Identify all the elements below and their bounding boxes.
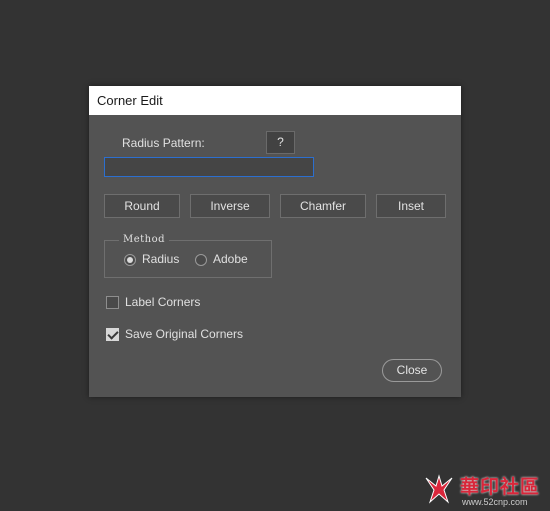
radius-radio[interactable]: [124, 254, 136, 266]
adobe-radio-label[interactable]: Adobe: [213, 252, 248, 266]
method-legend: Method: [119, 234, 170, 245]
dialog-title: Corner Edit: [97, 93, 163, 108]
label-corners-label[interactable]: Label Corners: [125, 295, 200, 309]
radius-pattern-input[interactable]: [104, 157, 314, 177]
close-button[interactable]: Close: [382, 359, 442, 382]
chamfer-button[interactable]: Chamfer: [280, 194, 366, 218]
help-button[interactable]: ?: [266, 131, 295, 154]
dialog-titlebar[interactable]: Corner Edit: [89, 86, 461, 115]
watermark-text: 華印社區: [460, 476, 541, 498]
watermark-url: www.52cnp.com: [462, 497, 528, 507]
label-corners-checkbox[interactable]: [106, 296, 119, 309]
method-group: Method Radius Adobe: [104, 234, 272, 278]
round-button[interactable]: Round: [104, 194, 180, 218]
radius-radio-label[interactable]: Radius: [142, 252, 179, 266]
save-original-corners-label[interactable]: Save Original Corners: [125, 327, 243, 341]
watermark: 華印社區 www.52cnp.com: [420, 470, 548, 510]
save-original-corners-checkbox[interactable]: [106, 328, 119, 341]
inset-button[interactable]: Inset: [376, 194, 446, 218]
watermark-logo-icon: [425, 474, 453, 504]
adobe-radio[interactable]: [195, 254, 207, 266]
radius-pattern-label: Radius Pattern:: [122, 136, 205, 150]
corner-edit-dialog: Corner Edit Radius Pattern: ? Round Inve…: [89, 86, 461, 397]
desktop-background: Corner Edit Radius Pattern: ? Round Inve…: [0, 0, 550, 511]
inverse-button[interactable]: Inverse: [190, 194, 270, 218]
